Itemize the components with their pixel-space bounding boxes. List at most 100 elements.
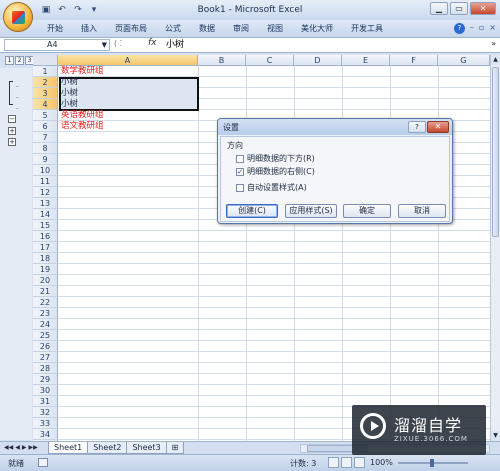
cell-a2[interactable]: 小树: [61, 77, 78, 88]
row-header-26[interactable]: 26: [33, 341, 58, 352]
apply-styles-button[interactable]: 应用样式(S): [285, 204, 337, 218]
column-header-e[interactable]: E: [342, 55, 390, 66]
checkbox-checked[interactable]: ✓: [236, 167, 244, 176]
row-header-25[interactable]: 25: [33, 330, 58, 341]
tab-formulas[interactable]: 公式: [156, 23, 190, 35]
macro-record-icon[interactable]: [38, 458, 48, 467]
cell-a3[interactable]: 小树: [61, 88, 78, 99]
maximize-button[interactable]: ▭: [450, 2, 468, 15]
row-header-12[interactable]: 12: [33, 187, 58, 198]
row-header-21[interactable]: 21: [33, 286, 58, 297]
row-header-27[interactable]: 27: [33, 352, 58, 363]
first-sheet-button[interactable]: ◀◀: [4, 444, 13, 451]
page-break-view-button[interactable]: [354, 457, 365, 468]
tab-data[interactable]: 数据: [190, 23, 224, 35]
scroll-thumb[interactable]: [492, 67, 499, 237]
column-header-f[interactable]: F: [390, 55, 438, 66]
insert-function-button[interactable]: fx: [148, 38, 157, 48]
row-header-15[interactable]: 15: [33, 220, 58, 231]
row-header-10[interactable]: 10: [33, 165, 58, 176]
name-box[interactable]: A4 ▼: [4, 39, 110, 51]
tab-home[interactable]: 开始: [38, 23, 72, 35]
zoom-slider[interactable]: [398, 459, 468, 467]
zoom-knob[interactable]: [430, 459, 434, 467]
sheet-tab-sheet1[interactable]: Sheet1: [48, 442, 89, 454]
scroll-up-icon[interactable]: ▲: [491, 55, 500, 65]
row-header-24[interactable]: 24: [33, 319, 58, 330]
outline-level-2[interactable]: 2: [15, 56, 24, 65]
create-button[interactable]: 创建(C): [226, 204, 278, 218]
auto-style-option[interactable]: 自动设置样式(A): [236, 182, 307, 193]
column-header-b[interactable]: B: [198, 55, 246, 66]
summary-right-option[interactable]: ✓ 明细数据的右侧(C): [236, 166, 315, 177]
row-header-20[interactable]: 20: [33, 275, 58, 286]
office-button[interactable]: [3, 2, 33, 32]
row-header-34[interactable]: 34: [33, 429, 58, 440]
cell-a1[interactable]: 数学教研组: [61, 66, 104, 77]
help-icon[interactable]: ?: [453, 23, 465, 34]
row-header-17[interactable]: 17: [33, 242, 58, 253]
zoom-level[interactable]: 100%: [370, 458, 393, 467]
minimize-button[interactable]: ▁: [430, 2, 448, 15]
sheet-tab-sheet3[interactable]: Sheet3: [126, 442, 167, 454]
row-header-32[interactable]: 32: [33, 407, 58, 418]
sheet-tab-sheet2[interactable]: Sheet2: [87, 442, 128, 454]
row-header-23[interactable]: 23: [33, 308, 58, 319]
normal-view-button[interactable]: [328, 457, 339, 468]
row-header-31[interactable]: 31: [33, 396, 58, 407]
selected-range[interactable]: [59, 77, 199, 111]
dialog-help-button[interactable]: ?: [408, 121, 426, 133]
row-header-6[interactable]: 6: [33, 121, 58, 132]
row-header-14[interactable]: 14: [33, 209, 58, 220]
row-header-5[interactable]: 5: [33, 110, 58, 121]
scroll-down-icon[interactable]: ▼: [491, 431, 500, 441]
cell-a9[interactable]: 语文教研组: [61, 121, 104, 132]
dialog-close-button[interactable]: ✕: [427, 121, 449, 133]
collapse-group-button[interactable]: −: [8, 115, 16, 123]
ribbon-minimize-button[interactable]: –: [470, 23, 474, 34]
row-header-28[interactable]: 28: [33, 363, 58, 374]
row-header-29[interactable]: 29: [33, 374, 58, 385]
prev-sheet-button[interactable]: ◀: [15, 444, 20, 451]
row-header-18[interactable]: 18: [33, 253, 58, 264]
row-header-2[interactable]: 2: [33, 77, 58, 88]
row-header-7[interactable]: 7: [33, 132, 58, 143]
formula-input[interactable]: 小树: [166, 39, 184, 51]
row-header-11[interactable]: 11: [33, 176, 58, 187]
row-header-19[interactable]: 19: [33, 264, 58, 275]
chevron-down-icon[interactable]: ▼: [102, 40, 107, 50]
tab-developer[interactable]: 开发工具: [342, 23, 392, 35]
insert-sheet-icon[interactable]: ⊞: [165, 442, 185, 454]
row-header-4[interactable]: 4: [33, 99, 58, 110]
row-header-9[interactable]: 9: [33, 154, 58, 165]
cell-a4[interactable]: 小树: [61, 99, 78, 110]
column-header-a[interactable]: A: [58, 55, 198, 66]
close-window-button[interactable]: ✕: [470, 2, 496, 15]
cell-a5[interactable]: 英语教研组: [61, 110, 104, 121]
checkbox-unchecked[interactable]: [236, 154, 244, 163]
column-header-c[interactable]: C: [246, 55, 294, 66]
row-header-3[interactable]: 3: [33, 88, 58, 99]
row-header-22[interactable]: 22: [33, 297, 58, 308]
summary-below-option[interactable]: 明细数据的下方(R): [236, 153, 315, 164]
outline-level-1[interactable]: 1: [5, 56, 14, 65]
row-header-33[interactable]: 33: [33, 418, 58, 429]
expand-group-button[interactable]: +: [8, 138, 16, 146]
column-header-g[interactable]: G: [438, 55, 490, 66]
cancel-button[interactable]: 取消: [398, 204, 446, 218]
tab-insert[interactable]: 插入: [72, 23, 106, 35]
page-layout-view-button[interactable]: [341, 457, 352, 468]
expand-group-button[interactable]: +: [8, 127, 16, 135]
worksheet-grid[interactable]: A B C D E F G 数学教研组 小树 小树 小树 英语教研组 语文教研组…: [33, 55, 490, 441]
ribbon-restore-button[interactable]: ▫: [479, 23, 484, 34]
vertical-scrollbar[interactable]: ▲ ▼: [490, 55, 500, 441]
checkbox-unchecked[interactable]: [236, 183, 244, 192]
row-header-1[interactable]: 1: [33, 66, 58, 77]
ok-button[interactable]: 确定: [343, 204, 391, 218]
column-header-d[interactable]: D: [294, 55, 342, 66]
tab-beautify[interactable]: 美化大师: [292, 23, 342, 35]
tab-page-layout[interactable]: 页面布局: [106, 23, 156, 35]
tab-review[interactable]: 审阅: [224, 23, 258, 35]
last-sheet-button[interactable]: ▶▶: [28, 444, 37, 451]
select-all-button[interactable]: [33, 55, 58, 66]
